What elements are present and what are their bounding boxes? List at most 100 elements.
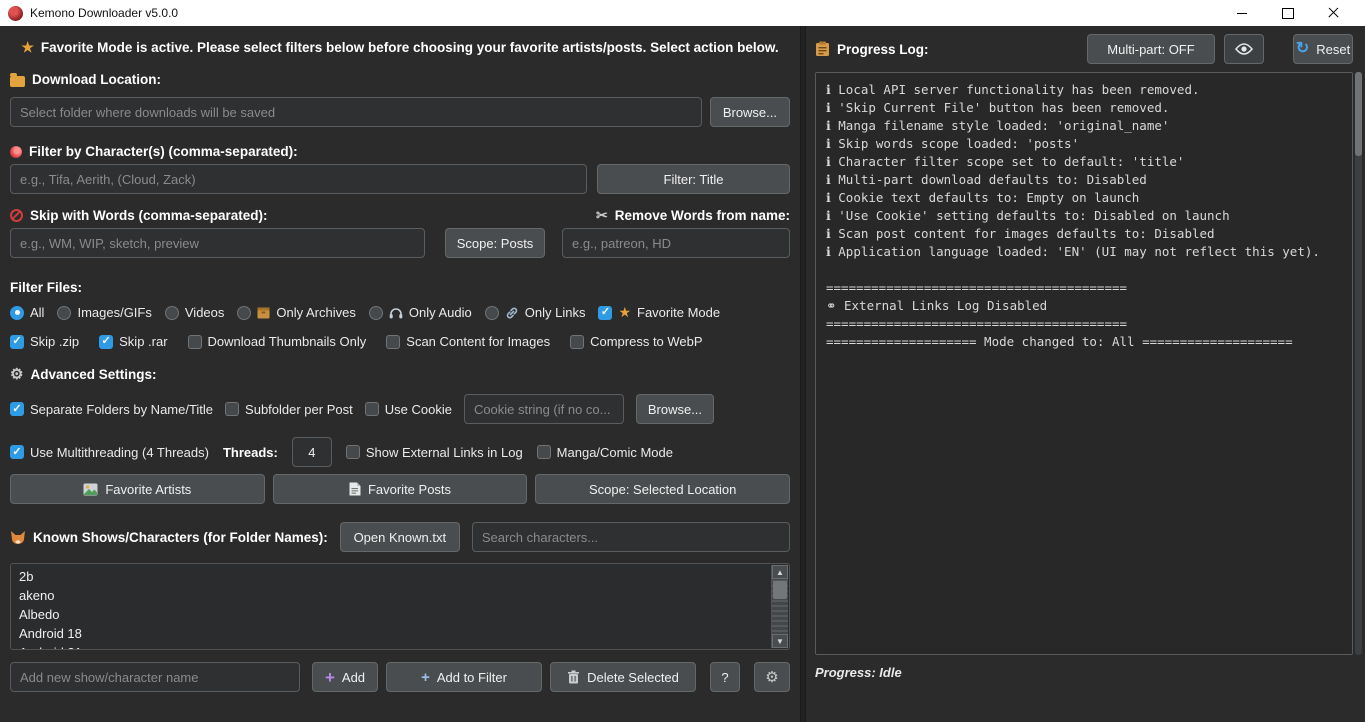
checkbox-skip-rar[interactable]: Skip .rar: [99, 334, 167, 349]
checkbox-use-multithreading[interactable]: Use Multithreading (4 Threads): [10, 445, 209, 460]
scroll-down-icon[interactable]: ▼: [772, 634, 788, 648]
checkbox-favorite-mode[interactable]: Favorite Mode: [598, 305, 720, 320]
list-item[interactable]: Android 21: [19, 643, 765, 650]
log-lines: ℹ Local API server functionality has bee…: [826, 81, 1342, 351]
no-entry-icon: [10, 209, 23, 222]
checkbox-label: Manga/Comic Mode: [557, 445, 673, 460]
radio-icon: [237, 306, 251, 320]
radio-images-gifs[interactable]: Images/GIFs: [57, 305, 151, 320]
threads-input[interactable]: [292, 437, 332, 467]
download-location-input[interactable]: [10, 97, 702, 127]
checkbox-manga-comic-mode[interactable]: Manga/Comic Mode: [537, 445, 673, 460]
checkbox-compress-webp[interactable]: Compress to WebP: [570, 334, 702, 349]
list-item[interactable]: Albedo: [19, 605, 765, 624]
list-scrollbar-thumb[interactable]: [773, 581, 787, 599]
button-label: Delete Selected: [587, 670, 679, 685]
checkbox-icon: [537, 445, 551, 459]
favorite-artists-button[interactable]: Favorite Artists: [10, 474, 265, 504]
button-label: Favorite Artists: [105, 482, 191, 497]
checkbox-label: Use Cookie: [385, 402, 452, 417]
checkbox-label: Skip .rar: [119, 334, 167, 349]
skip-words-input[interactable]: [10, 228, 425, 258]
browse-download-button[interactable]: Browse...: [710, 97, 790, 127]
browse-cookie-button[interactable]: Browse...: [636, 394, 714, 424]
open-known-txt-button[interactable]: Open Known.txt: [340, 522, 460, 552]
window-controls: [1219, 0, 1357, 26]
radio-label: Images/GIFs: [77, 305, 151, 320]
advanced-settings-label: Advanced Settings:: [10, 367, 790, 382]
multipart-toggle-button[interactable]: Multi-part: OFF: [1087, 34, 1215, 64]
close-icon[interactable]: [1311, 0, 1357, 26]
eye-toggle-button[interactable]: [1224, 34, 1264, 64]
radio-only-archives[interactable]: Only Archives: [237, 305, 355, 320]
radio-icon: [57, 306, 71, 320]
radio-only-audio[interactable]: Only Audio: [369, 305, 472, 320]
checkbox-label: Use Multithreading (4 Threads): [30, 445, 209, 460]
cookie-string-input[interactable]: [464, 394, 624, 424]
checkbox-label: Download Thumbnails Only: [208, 334, 367, 349]
list-item[interactable]: 2b: [19, 567, 765, 586]
radio-label: All: [30, 305, 44, 320]
checkbox-icon: [10, 335, 24, 349]
list-item[interactable]: akeno: [19, 586, 765, 605]
trash-icon: [567, 670, 580, 684]
checkbox-show-external-links[interactable]: Show External Links in Log: [346, 445, 523, 460]
known-characters-list[interactable]: ▲ ▼ 2bakenoAlbedoAndroid 18Android 21: [10, 563, 790, 650]
list-item[interactable]: Android 18: [19, 624, 765, 643]
radio-label: Videos: [185, 305, 225, 320]
checkbox-icon: [598, 306, 612, 320]
skip-scope-button[interactable]: Scope: Posts: [445, 228, 545, 258]
log-scrollbar-thumb[interactable]: [1355, 72, 1362, 156]
add-character-input[interactable]: [10, 662, 300, 692]
checkbox-scan-content[interactable]: Scan Content for Images: [386, 334, 550, 349]
checkbox-separate-folders[interactable]: Separate Folders by Name/Title: [10, 402, 213, 417]
button-label: Favorite Posts: [368, 482, 451, 497]
link-icon: [505, 306, 519, 320]
fox-icon: [10, 530, 26, 545]
radio-only-links[interactable]: Only Links: [485, 305, 586, 320]
log-scrollbar[interactable]: [1355, 72, 1362, 655]
minimize-icon[interactable]: [1219, 0, 1265, 26]
banner-text: Favorite Mode is active. Please select f…: [41, 40, 779, 55]
checkbox-download-thumbnails[interactable]: Download Thumbnails Only: [188, 334, 367, 349]
list-scrollbar[interactable]: ▲ ▼: [771, 565, 788, 648]
document-icon: [349, 482, 361, 496]
scissors-icon: [596, 208, 608, 223]
headphones-icon: [389, 307, 403, 319]
reset-button[interactable]: Reset: [1293, 34, 1353, 64]
settings-button[interactable]: [754, 662, 790, 692]
radio-videos[interactable]: Videos: [165, 305, 225, 320]
add-button[interactable]: Add: [312, 662, 378, 692]
character-filter-label-text: Filter by Character(s) (comma-separated)…: [29, 144, 298, 159]
scope-selected-location-button[interactable]: Scope: Selected Location: [535, 474, 790, 504]
download-location-label: Download Location:: [10, 72, 790, 87]
checkbox-icon: [225, 402, 239, 416]
checkbox-use-cookie[interactable]: Use Cookie: [365, 402, 452, 417]
character-filter-label: Filter by Character(s) (comma-separated)…: [10, 144, 790, 159]
remove-words-label: Remove Words from name:: [596, 208, 790, 223]
button-label: Reset: [1316, 42, 1350, 57]
scroll-up-icon[interactable]: ▲: [772, 565, 788, 579]
character-filter-input[interactable]: [10, 164, 587, 194]
favorite-posts-button[interactable]: Favorite Posts: [273, 474, 528, 504]
button-label: Add: [342, 670, 365, 685]
delete-selected-button[interactable]: Delete Selected: [550, 662, 696, 692]
progress-log-label-text: Progress Log:: [837, 42, 929, 57]
folder-icon: [10, 76, 25, 87]
checkbox-icon: [10, 445, 24, 459]
checkbox-subfolder-per-post[interactable]: Subfolder per Post: [225, 402, 353, 417]
checkbox-label: Separate Folders by Name/Title: [30, 402, 213, 417]
remove-words-input[interactable]: [562, 228, 790, 258]
filter-scope-button[interactable]: Filter: Title: [597, 164, 790, 194]
checkbox-skip-zip[interactable]: Skip .zip: [10, 334, 79, 349]
maximize-icon[interactable]: [1265, 0, 1311, 26]
radio-all[interactable]: All: [10, 305, 44, 320]
help-button[interactable]: ?: [710, 662, 740, 692]
checkbox-label: Subfolder per Post: [245, 402, 353, 417]
skip-words-label-text: Skip with Words (comma-separated):: [30, 208, 268, 223]
checkbox-icon: [188, 335, 202, 349]
search-characters-input[interactable]: [472, 522, 790, 552]
progress-log-area[interactable]: ℹ Local API server functionality has bee…: [815, 72, 1353, 655]
add-to-filter-button[interactable]: Add to Filter: [386, 662, 542, 692]
radio-label: Only Links: [525, 305, 586, 320]
